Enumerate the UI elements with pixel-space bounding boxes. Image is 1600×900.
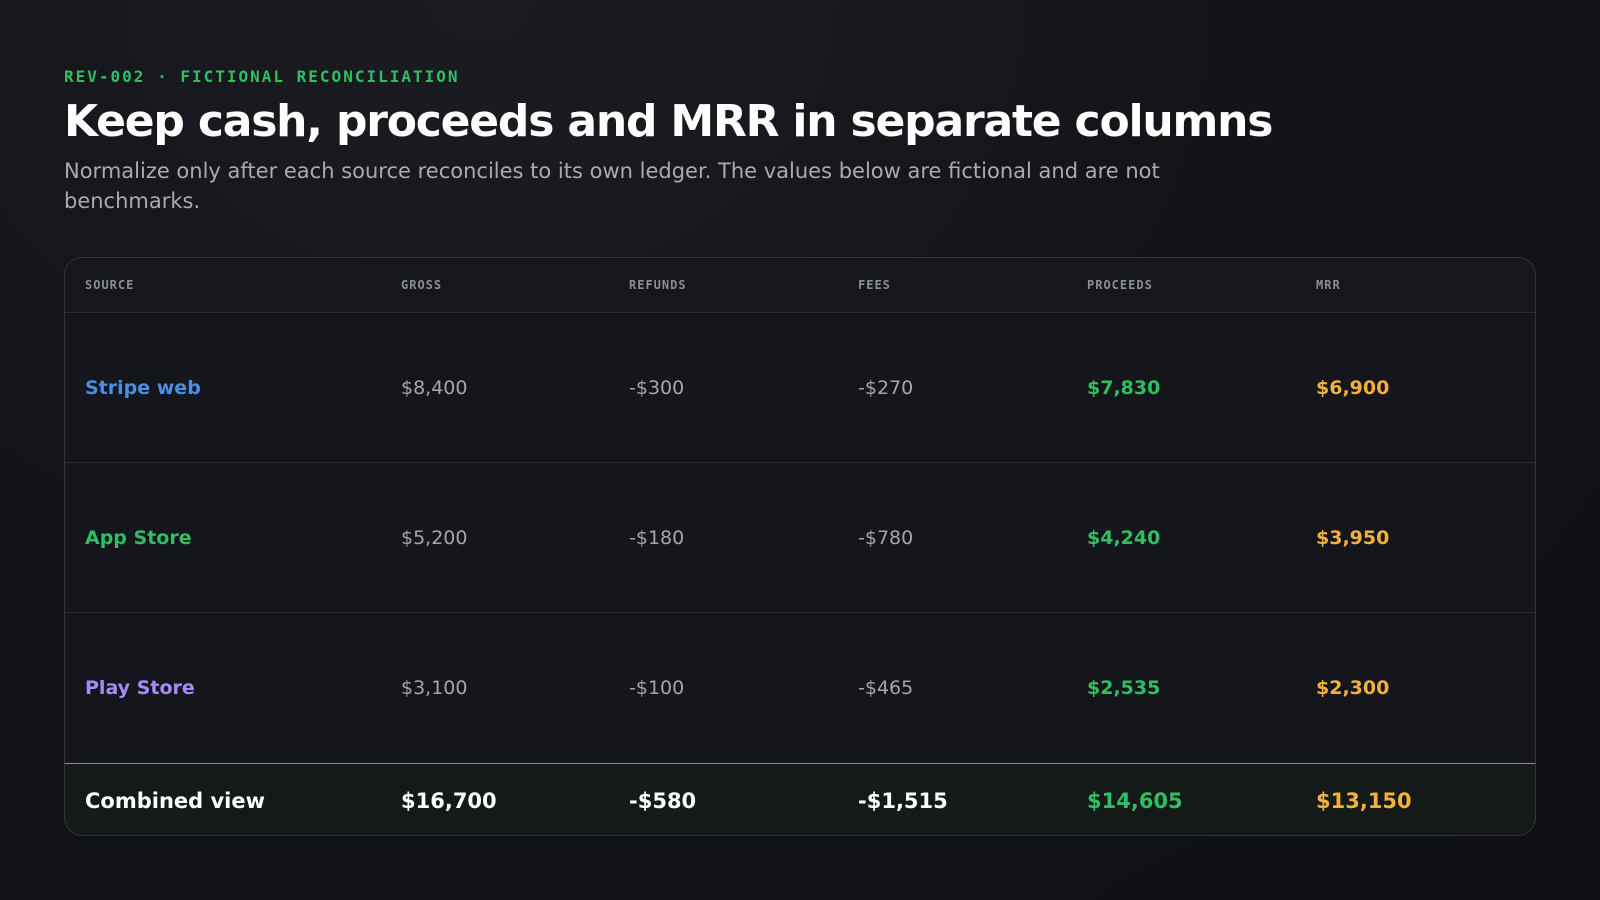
gross-value: $3,100 xyxy=(401,677,468,699)
table-row: App Store $5,200 -$180 -$780 $4,240 $3,9… xyxy=(65,463,1535,613)
total-gross: $16,700 xyxy=(401,788,497,813)
proceeds-value: $7,830 xyxy=(1087,376,1161,399)
refunds-value: -$300 xyxy=(629,376,685,399)
source-name: App Store xyxy=(85,526,192,549)
table-header-row: SOURCE GROSS REFUNDS FEES PROCEEDS MRR xyxy=(65,258,1535,313)
proceeds-value: $2,535 xyxy=(1087,677,1161,699)
column-header-fees: FEES xyxy=(858,278,891,292)
total-label: Combined view xyxy=(85,788,266,813)
mrr-value: $2,300 xyxy=(1316,677,1390,699)
column-header-proceeds: PROCEEDS xyxy=(1087,278,1153,292)
total-refunds: -$580 xyxy=(629,788,697,813)
total-mrr: $13,150 xyxy=(1316,788,1412,813)
refunds-value: -$100 xyxy=(629,677,685,699)
page-title: Keep cash, proceeds and MRR in separate … xyxy=(64,96,1273,147)
page-subtitle: Normalize only after each source reconci… xyxy=(64,159,1160,213)
fees-value: -$780 xyxy=(858,526,914,549)
column-header-refunds: REFUNDS xyxy=(629,278,687,292)
table-row: Play Store $3,100 -$100 -$465 $2,535 $2,… xyxy=(65,613,1535,763)
total-proceeds: $14,605 xyxy=(1087,788,1183,813)
fees-value: -$465 xyxy=(858,677,914,699)
gross-value: $5,200 xyxy=(401,526,468,549)
fees-value: -$270 xyxy=(858,376,914,399)
mrr-value: $6,900 xyxy=(1316,376,1390,399)
gross-value: $8,400 xyxy=(401,376,468,399)
eyebrow-label: REV-002 · FICTIONAL RECONCILIATION xyxy=(64,67,460,86)
total-row: Combined view $16,700 -$580 -$1,515 $14,… xyxy=(65,763,1535,835)
proceeds-value: $4,240 xyxy=(1087,526,1161,549)
mrr-value: $3,950 xyxy=(1316,526,1390,549)
refunds-value: -$180 xyxy=(629,526,685,549)
table-row: Stripe web $8,400 -$300 -$270 $7,830 $6,… xyxy=(65,313,1535,463)
column-header-mrr: MRR xyxy=(1316,278,1341,292)
source-name: Stripe web xyxy=(85,376,201,399)
reconciliation-table: SOURCE GROSS REFUNDS FEES PROCEEDS MRR S… xyxy=(64,257,1536,836)
source-name: Play Store xyxy=(85,677,195,699)
column-header-source: SOURCE xyxy=(85,278,135,292)
total-fees: -$1,515 xyxy=(858,788,948,813)
column-header-gross: GROSS xyxy=(401,278,443,292)
